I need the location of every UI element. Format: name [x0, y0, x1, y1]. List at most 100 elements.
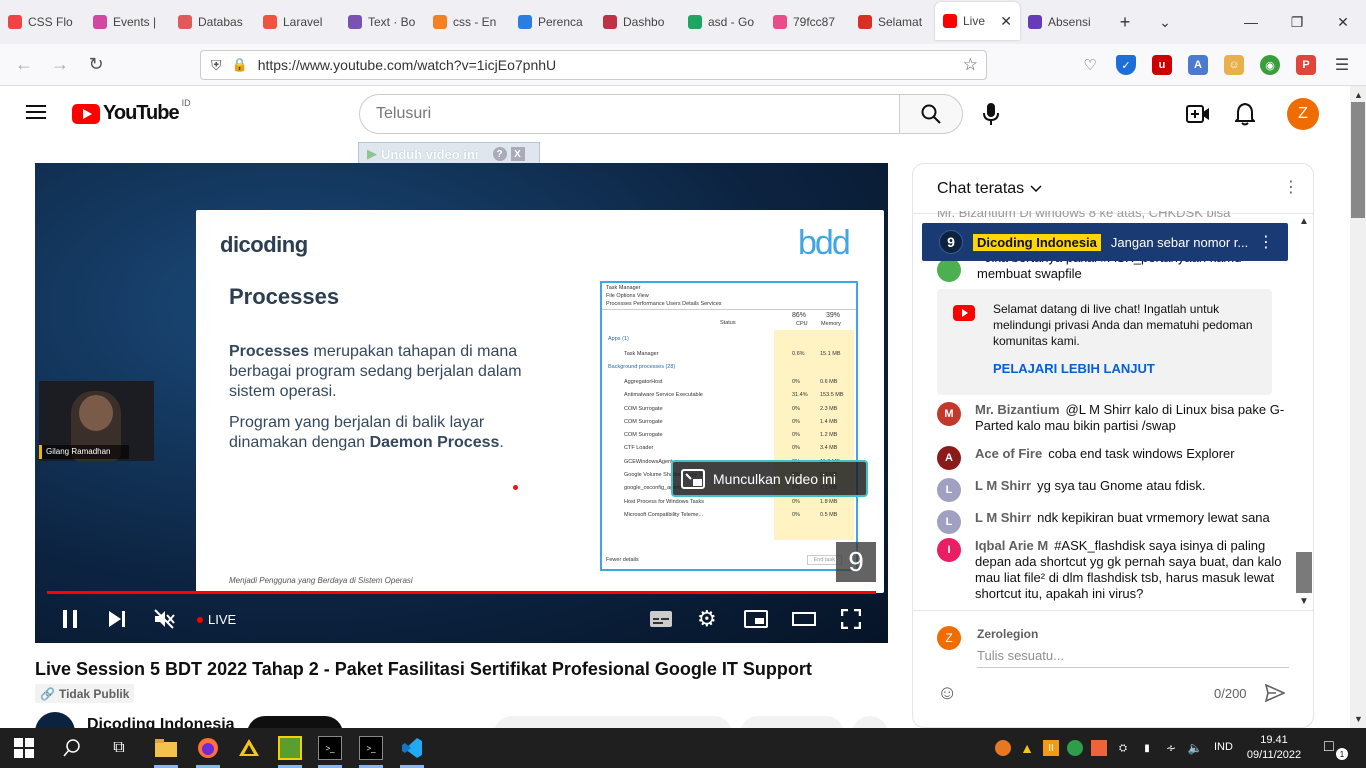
browser-tab[interactable]: Databas: [170, 0, 255, 44]
chat-message[interactable]: I Iqbal Arie M #ASK_flashdisk saya isinya …: [937, 538, 1287, 602]
chat-scrollbar-thumb[interactable]: [1296, 552, 1312, 593]
theater-mode-button[interactable]: [792, 612, 816, 629]
minimize-button[interactable]: —: [1228, 0, 1274, 44]
notifications-bell-icon[interactable]: [1233, 102, 1257, 129]
input-language[interactable]: IND: [1214, 741, 1233, 753]
reload-button[interactable]: ↻: [78, 47, 114, 83]
live-indicator[interactable]: LIVE: [197, 612, 236, 627]
video-player[interactable]: dicoding bdd Processes Processes merupak…: [35, 163, 888, 643]
page-scroll-thumb[interactable]: [1351, 102, 1365, 218]
chat-message[interactable]: L L M Shirr yg sya tau Gnome atau fdisk.: [937, 478, 1287, 502]
channel-watermark[interactable]: 9: [836, 542, 876, 582]
mute-button[interactable]: [153, 608, 175, 633]
next-button[interactable]: [107, 610, 127, 631]
back-button[interactable]: ←: [6, 47, 42, 83]
miniplayer-button[interactable]: [744, 610, 768, 631]
create-video-icon[interactable]: [1186, 104, 1210, 127]
tab-list-dropdown-button[interactable]: ⌄: [1145, 0, 1185, 44]
chat-author-name[interactable]: Ace of Fire: [975, 446, 1042, 461]
download-video-button[interactable]: Unduh video ini: [381, 147, 479, 162]
terminal-icon[interactable]: >_: [318, 736, 342, 760]
file-explorer-icon[interactable]: [154, 736, 178, 760]
browser-tab[interactable]: Laravel: [255, 0, 340, 44]
forward-button[interactable]: →: [42, 47, 78, 83]
browser-tab[interactable]: css - En: [425, 0, 510, 44]
browser-tab[interactable]: Perenca: [510, 0, 595, 44]
taskbar-clock[interactable]: 19.41 09/11/2022: [1246, 733, 1302, 763]
firefox-icon[interactable]: [196, 736, 220, 760]
browser-tab[interactable]: Dashbo: [595, 0, 680, 44]
tray-network-app-icon[interactable]: ⛭: [1115, 740, 1131, 756]
browser-tab[interactable]: Text · Bo: [340, 0, 425, 44]
search-button[interactable]: [899, 94, 963, 134]
settings-gear-icon[interactable]: ⚙: [697, 608, 717, 630]
browser-tab[interactable]: Live ✕: [935, 2, 1020, 40]
account-avatar[interactable]: Z: [1287, 98, 1319, 130]
drive-app-icon[interactable]: [237, 736, 261, 760]
send-button[interactable]: [1264, 683, 1286, 705]
vpn-shield-icon[interactable]: ✓: [1116, 55, 1136, 75]
chat-author-name[interactable]: Iqbal Arie M: [975, 538, 1048, 553]
youtube-logo[interactable]: YouTube ID: [72, 98, 191, 125]
ublock-icon[interactable]: u: [1152, 55, 1172, 75]
extension-p-icon[interactable]: P: [1296, 55, 1316, 75]
fullscreen-button[interactable]: [840, 608, 862, 632]
menu-icon[interactable]: ☰: [1332, 55, 1352, 75]
tray-app-icon-1[interactable]: [995, 740, 1011, 756]
new-tab-button[interactable]: +: [1105, 0, 1145, 44]
tray-app-icon-3[interactable]: [1067, 740, 1083, 756]
shield-icon[interactable]: ⛨: [211, 57, 222, 74]
hamburger-menu-icon[interactable]: [26, 104, 46, 123]
bookmark-star-icon[interactable]: ☆: [963, 55, 978, 75]
microphone-icon[interactable]: [982, 102, 1000, 129]
browser-tab[interactable]: Events |: [85, 0, 170, 44]
page-scroll-up-icon[interactable]: ▲: [1354, 90, 1363, 100]
tray-drive-icon[interactable]: ▲: [1019, 740, 1035, 756]
close-window-button[interactable]: ✕: [1320, 0, 1366, 44]
chat-message[interactable]: A Ace of Fire coba end task windows Explor…: [937, 446, 1287, 470]
chat-author-name[interactable]: L M Shirr: [975, 510, 1031, 525]
battery-icon[interactable]: ▮: [1139, 740, 1155, 756]
address-bar[interactable]: ⛨ 🔒 https://www.youtube.com/watch?v=1icj…: [200, 50, 987, 80]
browser-tab[interactable]: Absensi: [1020, 0, 1105, 44]
windows-start-icon[interactable]: [12, 736, 36, 760]
chat-more-options-icon[interactable]: ⋮: [1283, 180, 1299, 196]
notification-center-icon[interactable]: □: [1324, 738, 1334, 756]
download-help-button[interactable]: ?: [492, 147, 507, 161]
chat-author-name[interactable]: L M Shirr: [975, 478, 1031, 493]
pip-button[interactable]: Munculkan video ini: [671, 460, 868, 497]
vscode-icon[interactable]: [400, 736, 424, 760]
browser-tab[interactable]: CSS Flo: [0, 0, 85, 44]
extension-face-icon[interactable]: ☺: [1224, 55, 1244, 75]
notepad-plus-plus-icon[interactable]: [278, 736, 302, 760]
pinned-more-icon[interactable]: ⋮: [1258, 232, 1274, 252]
learn-more-link[interactable]: PELAJARI LEBIH LANJUT: [993, 361, 1155, 376]
subtitles-button[interactable]: [649, 610, 673, 631]
pause-button[interactable]: [61, 609, 79, 632]
chat-message[interactable]: L L M Shirr ndk kepikiran buat vrmemory le…: [937, 510, 1287, 534]
download-close-button[interactable]: X: [510, 147, 525, 161]
emoji-icon[interactable]: ☺: [937, 681, 957, 705]
page-scrollbar[interactable]: ▲ ▼: [1350, 86, 1366, 728]
chat-mode-dropdown[interactable]: Chat teratas: [937, 180, 1042, 198]
pinned-message-banner[interactable]: 9 Dicoding Indonesia Jangan sebar nomor …: [922, 223, 1288, 261]
pocket-icon[interactable]: ♡: [1080, 55, 1100, 75]
chat-scroll-up-icon[interactable]: ▲: [1299, 216, 1309, 227]
browser-tab[interactable]: asd - Go: [680, 0, 765, 44]
wifi-icon[interactable]: ∻: [1163, 740, 1179, 756]
chat-message[interactable]: M Mr. Bizantium @L M Shirr kalo di Linux b…: [937, 402, 1287, 434]
browser-tab[interactable]: Selamat: [850, 0, 935, 44]
translate-icon[interactable]: A: [1188, 55, 1208, 75]
progress-track[interactable]: [47, 591, 876, 594]
volume-icon[interactable]: 🔈: [1187, 740, 1203, 756]
tray-app-icon-4[interactable]: [1091, 740, 1107, 756]
terminal-2-icon[interactable]: >_: [359, 736, 383, 760]
extension-globe-icon[interactable]: ◉: [1260, 55, 1280, 75]
browser-tab[interactable]: 79fcc87: [765, 0, 850, 44]
tray-app-icon-2[interactable]: II: [1043, 740, 1059, 756]
chat-scroll-down-icon[interactable]: ▼: [1299, 596, 1309, 607]
task-view-icon[interactable]: ⧉: [107, 736, 131, 760]
lock-icon[interactable]: 🔒: [232, 57, 248, 73]
page-scroll-down-icon[interactable]: ▼: [1354, 714, 1363, 724]
restore-button[interactable]: ❐: [1274, 0, 1320, 44]
